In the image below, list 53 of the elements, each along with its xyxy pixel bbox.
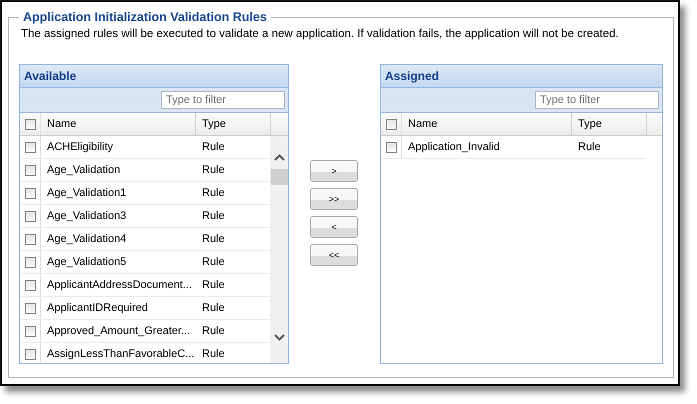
table-cell-text: Rule — [201, 163, 226, 178]
table-cell-text: Application_Invalid — [407, 140, 501, 155]
table-cell-text: Rule — [201, 278, 226, 293]
checkbox[interactable] — [24, 210, 36, 222]
move-button[interactable]: < — [310, 216, 358, 238]
move-button[interactable]: << — [310, 244, 358, 266]
checkbox[interactable] — [24, 164, 36, 176]
checkbox[interactable] — [24, 302, 36, 314]
table-cell-text: Approved_Amount_Greater... — [46, 324, 192, 339]
table-cell-text: Age_Validation4 — [46, 232, 128, 247]
table-cell-text: AssignLessThanFavorableC... — [46, 347, 196, 362]
column-header[interactable]: Type — [196, 113, 271, 135]
checkbox[interactable] — [24, 326, 36, 336]
table-cell-text: ApplicantIDRequired — [46, 301, 149, 316]
description: The assigned rules will be executed to validate a new application. If validation fails, the application will not be created. — [21, 28, 620, 40]
move-button[interactable]: > — [310, 160, 358, 182]
table-cell-text: Rule — [201, 255, 226, 270]
scroll-down-icon[interactable] — [274, 334, 285, 341]
scrollbar[interactable] — [270, 136, 288, 363]
panel-title: Available — [20, 65, 288, 88]
move-button[interactable]: >> — [310, 188, 358, 210]
checkbox[interactable] — [24, 348, 36, 360]
checkbox[interactable] — [24, 188, 36, 198]
table-cell-text: Rule — [201, 324, 226, 339]
section-title: Application Initialization Validation Rules — [22, 10, 268, 24]
panel-title: Assigned — [381, 65, 662, 88]
checkbox[interactable] — [386, 118, 396, 130]
column-header[interactable]: Name — [41, 113, 196, 135]
filter-field[interactable]: Type to filter — [161, 91, 285, 109]
column-header[interactable]: Name — [402, 113, 572, 135]
table-cell-text: Rule — [577, 140, 602, 155]
table-cell-text: Age_Validation — [46, 163, 122, 178]
filter-field[interactable]: Type to filter — [535, 91, 659, 109]
table-cell-text: ACHEligibility — [46, 140, 114, 155]
table-cell-text: Rule — [201, 347, 226, 362]
table-cell-text: Rule — [201, 301, 226, 316]
scroll-up-icon[interactable] — [274, 154, 285, 161]
table-cell-text: Rule — [201, 232, 226, 247]
checkbox[interactable] — [24, 256, 36, 268]
column-header[interactable]: Type — [572, 113, 647, 135]
table-cell-text: Rule — [201, 186, 226, 201]
table-cell-text: Age_Validation1 — [46, 186, 128, 201]
checkbox[interactable] — [386, 142, 396, 152]
table-cell-text: Age_Validation3 — [46, 209, 128, 224]
table-cell-text: Rule — [201, 209, 226, 224]
checkbox[interactable] — [24, 142, 36, 152]
table-cell-text: ApplicantAddressDocument... — [46, 278, 193, 293]
scroll-thumb[interactable] — [271, 169, 288, 185]
checkbox[interactable] — [24, 118, 36, 130]
table-cell-text: Age_Validation5 — [46, 255, 128, 270]
checkbox[interactable] — [24, 280, 36, 290]
table-cell-text: Rule — [201, 140, 226, 155]
checkbox[interactable] — [24, 234, 36, 244]
